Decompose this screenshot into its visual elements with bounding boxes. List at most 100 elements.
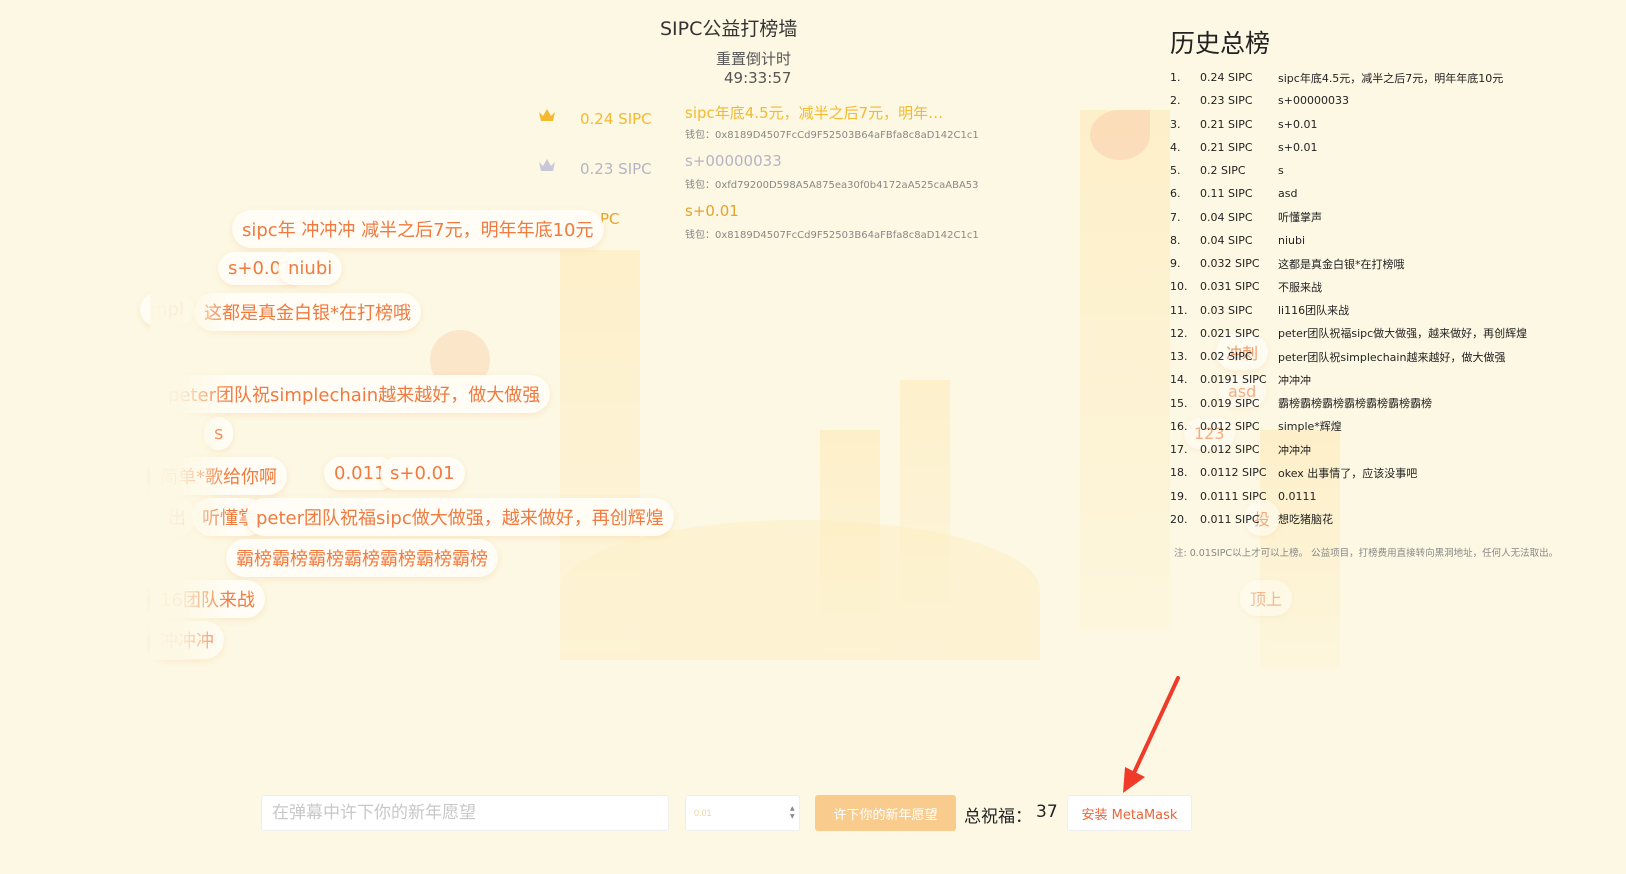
top-message: s+00000033	[685, 152, 782, 170]
amount-stepper-icon[interactable]: ▲ ▼	[790, 805, 796, 821]
background-building	[560, 250, 640, 650]
amount-input[interactable]	[685, 795, 800, 831]
history-amount: 0.0112 SIPC	[1200, 466, 1267, 480]
top-wallet: 钱包：0x8189D4507FcCd9F52503B64aFBfa8c8aD14…	[685, 130, 979, 141]
history-row: 16. 0.012 SIPC simple*辉煌	[1170, 415, 1610, 438]
danmaku-bullet: 这都是真金白银*在打榜哦	[194, 293, 421, 331]
history-message: 想吃猪脑花	[1278, 513, 1333, 527]
history-row: 1. 0.24 SIPC sipc年底4.5元，减半之后7元，明年年底10元	[1170, 66, 1610, 89]
annotation-arrow-icon	[1123, 676, 1180, 793]
history-amount: 0.04 SIPC	[1200, 233, 1253, 247]
history-row: 17. 0.012 SIPC 冲冲冲	[1170, 438, 1610, 461]
history-rank: 11.	[1170, 303, 1188, 317]
history-row: 9. 0.032 SIPC 这都是真金白银*在打榜哦	[1170, 252, 1610, 275]
history-rank: 10.	[1170, 280, 1188, 294]
top-wallet: 钱包：0x8189D4507FcCd9F52503B64aFBfa8c8aD14…	[685, 230, 979, 241]
history-message: peter团队祝simplechain越来越好，做大做强	[1278, 350, 1506, 364]
top-rank-row-1: 0.24 SIPC sipc年底4.5元，减半之后7元，明年… 钱包：0x818…	[530, 102, 979, 146]
danmaku-bullet: mpl	[140, 293, 194, 326]
history-amount: 0.24 SIPC	[1200, 71, 1253, 85]
history-list: 1. 0.24 SIPC sipc年底4.5元，减半之后7元，明年年底10元 2. 0…	[1170, 66, 1610, 531]
danmaku-bullet: s	[204, 417, 234, 450]
history-amount: 0.021 SIPC	[1200, 326, 1260, 340]
history-amount: 0.031 SIPC	[1200, 280, 1260, 294]
total-blessings-label: 总祝福：	[964, 807, 1032, 827]
history-row: 14. 0.0191 SIPC 冲冲冲	[1170, 368, 1610, 391]
history-message: niubi	[1278, 233, 1306, 247]
danmaku-bullet: 冲冲冲	[150, 621, 224, 659]
history-amount: 0.012 SIPC	[1200, 419, 1260, 433]
history-message: 不服来战	[1278, 280, 1322, 294]
history-title: 历史总榜	[1170, 29, 1271, 58]
history-amount: 0.019 SIPC	[1200, 396, 1260, 410]
history-rank: 5.	[1170, 164, 1181, 178]
history-message: s+0.01	[1278, 117, 1318, 131]
make-wish-button[interactable]: 许下你的新年愿望	[815, 795, 956, 831]
history-amount: 0.032 SIPC	[1200, 257, 1260, 271]
history-amount: 0.21 SIPC	[1200, 117, 1253, 131]
history-row: 7. 0.04 SIPC 听懂掌声	[1170, 206, 1610, 229]
history-message: 0.0111	[1278, 489, 1317, 503]
history-rank: 8.	[1170, 233, 1181, 247]
history-note: 注: 0.01SIPC以上才可以上榜。 公益项目，打榜费用直接转向黑洞地址，任何…	[1174, 548, 1559, 559]
history-message: 冲冲冲	[1278, 443, 1311, 457]
history-amount: 0.012 SIPC	[1200, 443, 1260, 457]
danmaku-bullet: 出	[158, 498, 196, 536]
history-amount: 0.011 SIPC	[1200, 512, 1260, 526]
wish-input[interactable]	[261, 795, 669, 831]
history-amount: 0.21 SIPC	[1200, 140, 1253, 154]
history-rank: 7.	[1170, 210, 1181, 224]
history-message: 霸榜霸榜霸榜霸榜霸榜霸榜霸榜	[1278, 397, 1432, 411]
background-building	[900, 380, 950, 650]
history-rank: 9.	[1170, 257, 1181, 271]
install-metamask-button[interactable]: 安装 MetaMask	[1067, 795, 1192, 831]
history-row: 4. 0.21 SIPC s+0.01	[1170, 136, 1610, 159]
history-message: 听懂掌声	[1278, 211, 1322, 225]
history-message: asd	[1278, 187, 1298, 201]
top-rank-row-2: 0.23 SIPC s+00000033 钱包：0xfd79200D598A5A…	[530, 152, 979, 196]
history-amount: 0.0111 SIPC	[1200, 489, 1267, 503]
countdown-value: 49:33:57	[724, 69, 792, 87]
history-row: 19. 0.0111 SIPC 0.0111	[1170, 485, 1610, 508]
history-row: 10. 0.031 SIPC 不服来战	[1170, 275, 1610, 298]
top-message: sipc年底4.5元，减半之后7元，明年…	[685, 104, 944, 122]
history-message: li116团队来战	[1278, 304, 1350, 318]
history-rank: 17.	[1170, 443, 1188, 457]
history-row: 13. 0.02 SIPC peter团队祝simplechain越来越好，做大做强	[1170, 345, 1610, 368]
history-rank: 19.	[1170, 489, 1188, 503]
history-rank: 20.	[1170, 512, 1188, 526]
history-message: peter团队祝福sipc做大做强，越来做好，再创辉煌	[1278, 327, 1528, 341]
history-message: 冲冲冲	[1278, 373, 1311, 387]
history-message: okex 出事情了，应该没事吧	[1278, 466, 1418, 480]
history-row: 8. 0.04 SIPC niubi	[1170, 229, 1610, 252]
history-message: 这都是真金白银*在打榜哦	[1278, 257, 1405, 271]
history-rank: 3.	[1170, 117, 1181, 131]
danmaku-bullet: 顶上	[1240, 580, 1293, 616]
history-message: sipc年底4.5元，减半之后7元，明年年底10元	[1278, 71, 1504, 85]
history-row: 5. 0.2 SIPC s	[1170, 159, 1610, 182]
page-title: SIPC公益打榜墙	[660, 18, 798, 40]
history-rank: 18.	[1170, 466, 1188, 480]
history-message: s+0.01	[1278, 140, 1318, 154]
history-message: s	[1278, 164, 1284, 178]
top-amount: 0.23 SIPC	[580, 160, 652, 178]
history-rank: 4.	[1170, 140, 1181, 154]
history-rank: 16.	[1170, 419, 1188, 433]
history-rank: 14.	[1170, 373, 1188, 387]
history-row: 2. 0.23 SIPC s+00000033	[1170, 89, 1610, 112]
danmaku-bullet: s+0.01	[380, 457, 465, 490]
danmaku-bullet: sipc年 冲冲冲 减半之后7元，明年年底10元	[232, 210, 604, 248]
history-row: 18. 0.0112 SIPC okex 出事情了，应该没事吧	[1170, 461, 1610, 484]
background-building	[820, 430, 880, 650]
history-amount: 0.11 SIPC	[1200, 187, 1253, 201]
top-wallet: 钱包：0xfd79200D598A5A875ea30f0b4172aA525ca…	[685, 180, 979, 191]
history-rank: 13.	[1170, 350, 1188, 364]
history-message: s+00000033	[1278, 94, 1349, 108]
history-rank: 2.	[1170, 94, 1181, 108]
history-row: 3. 0.21 SIPC s+0.01	[1170, 113, 1610, 136]
top-message: s+0.01	[685, 202, 739, 220]
countdown-label: 重置倒计时	[716, 50, 792, 68]
background-orb	[1090, 110, 1150, 160]
danmaku-bullet: 霸榜霸榜霸榜霸榜霸榜霸榜霸榜	[226, 539, 498, 577]
silver-crown-icon	[539, 159, 555, 171]
